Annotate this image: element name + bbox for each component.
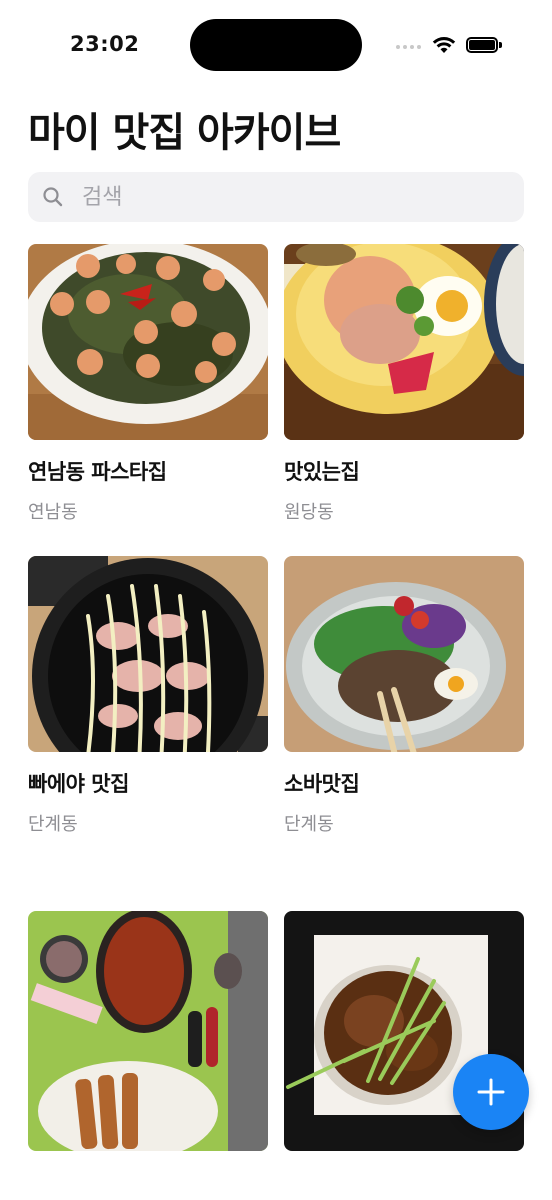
page-title: 마이 맛집 아카이브: [28, 110, 341, 156]
restaurant-photo[interactable]: [284, 556, 524, 752]
restaurant-photo[interactable]: [28, 244, 268, 440]
restaurant-name: 소바맛집: [284, 772, 360, 796]
restaurant-area: 원당동: [284, 502, 334, 523]
restaurant-area: 단계동: [28, 814, 78, 835]
search-input[interactable]: [82, 172, 502, 222]
restaurant-name: 빠에야 맛집: [28, 772, 129, 796]
restaurant-card[interactable]: 소바맛집 단계동: [284, 556, 524, 836]
add-restaurant-button[interactable]: [453, 1054, 529, 1130]
restaurant-area: 단계동: [284, 814, 334, 835]
restaurant-photo[interactable]: [28, 556, 268, 752]
search-icon: [43, 187, 63, 207]
dynamic-island: [190, 19, 362, 71]
wifi-icon: [432, 37, 456, 53]
restaurant-name: 연남동 파스타집: [28, 460, 167, 484]
search-bar[interactable]: [28, 172, 524, 222]
restaurant-card[interactable]: 빠에야 맛집 단계동: [28, 556, 268, 836]
status-time: 23:02: [70, 32, 140, 56]
restaurant-card[interactable]: [28, 911, 268, 1167]
battery-icon: [466, 37, 502, 53]
status-bar: 23:02: [0, 0, 552, 90]
restaurant-card[interactable]: 맛있는집 원당동: [284, 244, 524, 524]
restaurant-card[interactable]: 연남동 파스타집 연남동: [28, 244, 268, 524]
restaurant-photo[interactable]: [284, 244, 524, 440]
restaurant-name: 맛있는집: [284, 460, 360, 484]
restaurant-area: 연남동: [28, 502, 78, 523]
cellular-signal-icon: [396, 45, 421, 49]
plus-icon: [477, 1078, 505, 1106]
restaurant-photo[interactable]: [28, 911, 268, 1151]
restaurant-grid: 연남동 파스타집 연남동 맛있는집 원당동 빠에야 맛집 단계동 소바맛집 단계…: [28, 244, 524, 1200]
